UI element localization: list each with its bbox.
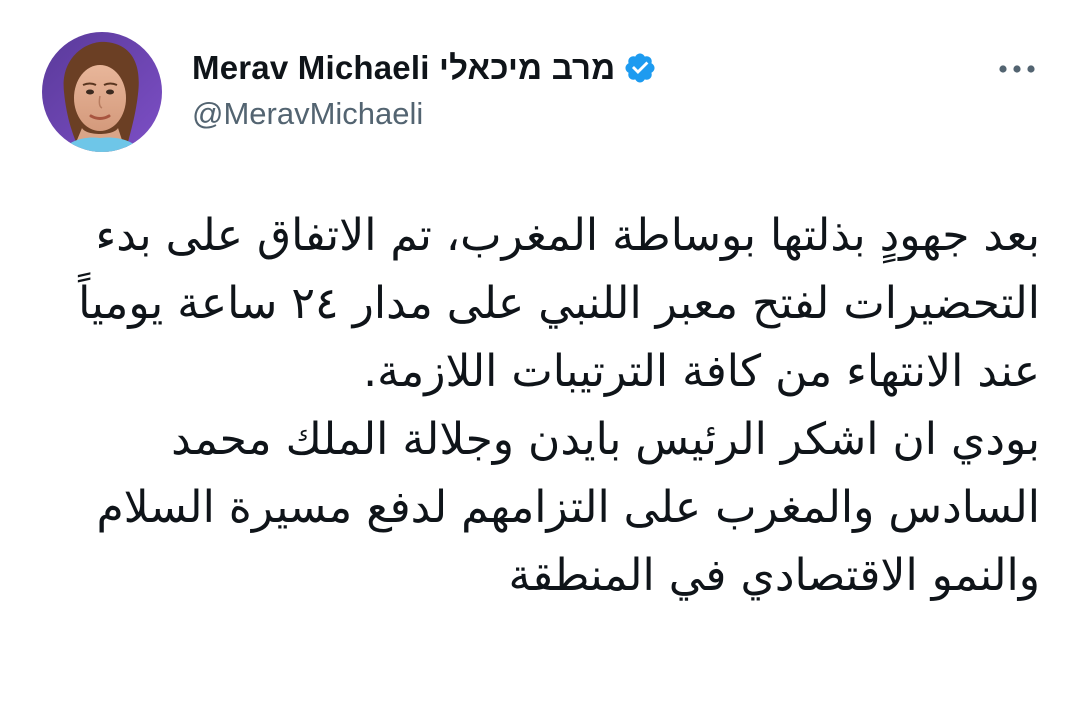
more-horizontal-icon xyxy=(999,65,1035,73)
tweet-paragraph: بودي ان اشكر الرئيس بايدن وجلالة الملك م… xyxy=(96,414,1040,601)
tweet-paragraph: بعد جهودٍ بذلتها بوساطة المغرب، تم الاتف… xyxy=(78,210,1040,397)
profile-photo-icon xyxy=(42,32,162,152)
tweet-text: بعد جهودٍ بذلتها بوساطة المغرب، تم الاتف… xyxy=(50,202,1040,610)
verified-badge-icon xyxy=(623,51,657,85)
author-info: Merav Michaeli מרב מיכאלי @MeravMichaeli xyxy=(192,46,657,132)
display-name[interactable]: Merav Michaeli מרב מיכאלי xyxy=(192,49,615,87)
more-options-button[interactable] xyxy=(992,54,1042,84)
user-handle[interactable]: @MeravMichaeli xyxy=(192,96,657,132)
avatar[interactable] xyxy=(42,32,162,152)
name-row: Merav Michaeli מרב מיכאלי xyxy=(192,46,657,90)
tweet-header: Merav Michaeli מרב מיכאלי @MeravMichaeli xyxy=(42,32,1042,157)
